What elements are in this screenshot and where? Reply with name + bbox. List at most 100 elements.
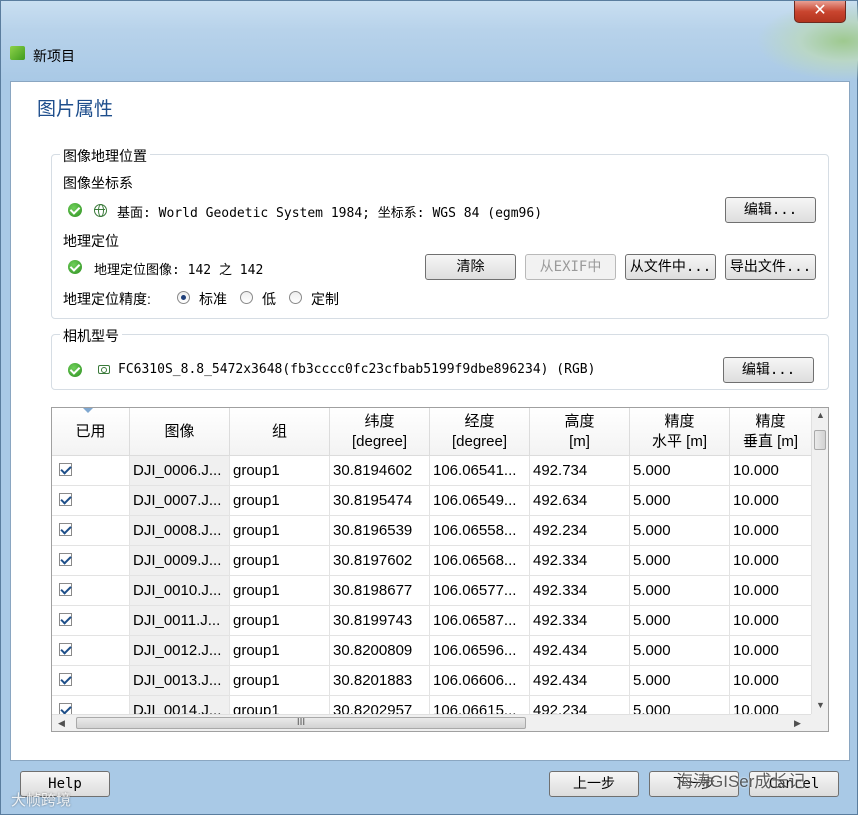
column-header-enabled[interactable]: 已用 — [52, 408, 130, 456]
cell-lon[interactable]: 106.06596... — [430, 636, 530, 666]
cell-acc-h[interactable]: 5.000 — [630, 636, 730, 666]
from-file-button[interactable]: 从文件中... — [625, 254, 716, 280]
cell-acc-v[interactable]: 10.000 — [730, 486, 812, 516]
cell-acc-v[interactable]: 10.000 — [730, 636, 812, 666]
cell-lon[interactable]: 106.06606... — [430, 666, 530, 696]
clear-button[interactable]: 清除 — [425, 254, 516, 280]
cell-lat[interactable]: 30.8194602 — [330, 456, 430, 486]
cell-alt[interactable]: 492.334 — [530, 546, 630, 576]
cell-image[interactable]: DJI_0009.J... — [130, 546, 230, 576]
table-row[interactable]: DJI_0009.J... group1 30.8197602 106.06568..… — [52, 546, 812, 576]
table-row[interactable]: DJI_0008.J... group1 30.8196539 106.06558..… — [52, 516, 812, 546]
cell-acc-v[interactable]: 10.000 — [730, 516, 812, 546]
edit-camera-button[interactable]: 编辑... — [723, 357, 814, 383]
cell-acc-v[interactable]: 10.000 — [730, 666, 812, 696]
cell-alt[interactable]: 492.734 — [530, 456, 630, 486]
accuracy-standard-label[interactable]: 标准 — [199, 289, 227, 309]
cell-image[interactable]: DJI_0010.J... — [130, 576, 230, 606]
enabled-checkbox[interactable] — [59, 463, 72, 476]
cell-lon[interactable]: 106.06587... — [430, 606, 530, 636]
cell-group[interactable]: group1 — [230, 636, 330, 666]
column-header-image[interactable]: 图像 — [130, 408, 230, 456]
column-header-altitude[interactable]: 高度 [m] — [530, 408, 630, 456]
back-button[interactable]: 上一步 — [549, 771, 639, 797]
accuracy-custom-label[interactable]: 定制 — [311, 289, 339, 309]
column-header-longitude[interactable]: 经度 [degree] — [430, 408, 530, 456]
cell-alt[interactable]: 492.334 — [530, 576, 630, 606]
table-row[interactable]: DJI_0013.J... group1 30.8201883 106.06606..… — [52, 666, 812, 696]
cell-alt[interactable]: 492.234 — [530, 516, 630, 546]
cell-lat[interactable]: 30.8200809 — [330, 636, 430, 666]
cell-image[interactable]: DJI_0007.J... — [130, 486, 230, 516]
cell-image[interactable]: DJI_0011.J... — [130, 606, 230, 636]
cell-acc-h[interactable]: 5.000 — [630, 576, 730, 606]
cell-acc-h[interactable]: 5.000 — [630, 516, 730, 546]
table-row[interactable]: DJI_0006.J... group1 30.8194602 106.06541..… — [52, 456, 812, 486]
cell-acc-v[interactable]: 10.000 — [730, 576, 812, 606]
close-button[interactable]: ✕ — [794, 1, 846, 23]
cell-lon[interactable]: 106.06549... — [430, 486, 530, 516]
enabled-checkbox[interactable] — [59, 553, 72, 566]
cell-group[interactable]: group1 — [230, 486, 330, 516]
cell-acc-h[interactable]: 5.000 — [630, 546, 730, 576]
cell-acc-h[interactable]: 5.000 — [630, 456, 730, 486]
accuracy-low-radio[interactable] — [240, 291, 253, 304]
cell-lon[interactable]: 106.06568... — [430, 546, 530, 576]
cell-lon[interactable]: 106.06541... — [430, 456, 530, 486]
cell-lat[interactable]: 30.8196539 — [330, 516, 430, 546]
cell-image[interactable]: DJI_0008.J... — [130, 516, 230, 546]
cell-lon[interactable]: 106.06558... — [430, 516, 530, 546]
cell-lat[interactable]: 30.8198677 — [330, 576, 430, 606]
cell-lat[interactable]: 30.8199743 — [330, 606, 430, 636]
scroll-up-arrow-icon[interactable]: ▲ — [816, 410, 825, 420]
cell-alt[interactable]: 492.434 — [530, 666, 630, 696]
table-row[interactable]: DJI_0010.J... group1 30.8198677 106.06577..… — [52, 576, 812, 606]
cell-alt[interactable]: 492.334 — [530, 606, 630, 636]
scroll-left-arrow-icon[interactable]: ◀ — [58, 718, 65, 729]
enabled-checkbox[interactable] — [59, 673, 72, 686]
table-row[interactable]: DJI_0007.J... group1 30.8195474 106.06549..… — [52, 486, 812, 516]
cell-group[interactable]: group1 — [230, 456, 330, 486]
cell-image[interactable]: DJI_0013.J... — [130, 666, 230, 696]
column-header-accuracy-vertical[interactable]: 精度 垂直 [m] — [730, 408, 812, 456]
enabled-checkbox[interactable] — [59, 523, 72, 536]
cell-group[interactable]: group1 — [230, 576, 330, 606]
accuracy-low-label[interactable]: 低 — [262, 289, 276, 309]
cell-image[interactable]: DJI_0006.J... — [130, 456, 230, 486]
enabled-checkbox[interactable] — [59, 643, 72, 656]
enabled-checkbox[interactable] — [59, 493, 72, 506]
column-header-latitude[interactable]: 纬度 [degree] — [330, 408, 430, 456]
vertical-scrollbar[interactable]: ▲ ▼ — [811, 408, 828, 714]
vertical-scroll-thumb[interactable] — [814, 430, 826, 450]
cell-acc-v[interactable]: 10.000 — [730, 546, 812, 576]
cell-acc-h[interactable]: 5.000 — [630, 666, 730, 696]
cell-group[interactable]: group1 — [230, 606, 330, 636]
cell-alt[interactable]: 492.634 — [530, 486, 630, 516]
table-row[interactable]: DJI_0011.J... group1 30.8199743 106.06587..… — [52, 606, 812, 636]
cell-acc-h[interactable]: 5.000 — [630, 606, 730, 636]
enabled-checkbox[interactable] — [59, 613, 72, 626]
export-file-button[interactable]: 导出文件... — [725, 254, 816, 280]
cell-acc-h[interactable]: 5.000 — [630, 486, 730, 516]
table-row[interactable]: DJI_0012.J... group1 30.8200809 106.06596..… — [52, 636, 812, 666]
enabled-checkbox[interactable] — [59, 583, 72, 596]
horizontal-scroll-thumb[interactable]: III — [76, 717, 526, 729]
scroll-right-arrow-icon[interactable]: ▶ — [794, 718, 801, 729]
accuracy-standard-radio[interactable] — [177, 291, 190, 304]
scroll-down-arrow-icon[interactable]: ▼ — [816, 700, 825, 710]
cell-acc-v[interactable]: 10.000 — [730, 456, 812, 486]
horizontal-scrollbar[interactable]: ◀ III ▶ — [52, 714, 811, 731]
cell-group[interactable]: group1 — [230, 666, 330, 696]
from-exif-button[interactable]: 从EXIF中 — [525, 254, 616, 280]
column-header-accuracy-horizontal[interactable]: 精度 水平 [m] — [630, 408, 730, 456]
edit-coord-system-button[interactable]: 编辑... — [725, 197, 816, 223]
cell-group[interactable]: group1 — [230, 516, 330, 546]
cell-acc-v[interactable]: 10.000 — [730, 606, 812, 636]
cell-lat[interactable]: 30.8197602 — [330, 546, 430, 576]
accuracy-custom-radio[interactable] — [289, 291, 302, 304]
cell-group[interactable]: group1 — [230, 546, 330, 576]
cell-image[interactable]: DJI_0012.J... — [130, 636, 230, 666]
cell-lat[interactable]: 30.8195474 — [330, 486, 430, 516]
cell-alt[interactable]: 492.434 — [530, 636, 630, 666]
cell-lon[interactable]: 106.06577... — [430, 576, 530, 606]
